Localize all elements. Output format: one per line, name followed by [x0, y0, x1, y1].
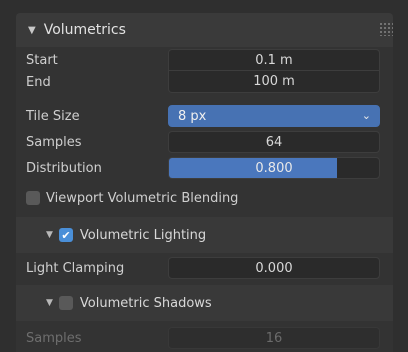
volumetric-lighting-label: Volumetric Lighting [79, 227, 207, 243]
light-clamping-label: Light Clamping [26, 260, 125, 276]
tile-size-value: 8 px [178, 108, 207, 124]
tile-size-row: Tile Size 8 px ⌄ [16, 105, 393, 127]
start-row: Start 0.1 m [16, 49, 393, 71]
distribution-value: 0.800 [255, 160, 293, 176]
end-field[interactable]: 100 m [168, 71, 380, 93]
volumetric-lighting-checkbox[interactable]: ✔ [58, 228, 73, 242]
start-label: Start [26, 52, 58, 68]
volumetric-lighting-header[interactable]: ▼ ✔ Volumetric Lighting [16, 217, 393, 253]
shadow-samples-field[interactable]: 16 [168, 327, 380, 349]
light-clamping-field[interactable]: 0.000 [168, 257, 380, 279]
samples-row: Samples 64 [16, 131, 393, 153]
samples-label: Samples [26, 134, 82, 150]
viewport-blending-checkbox[interactable] [26, 191, 40, 205]
volumetrics-panel: ▼ Volumetrics Start 0.1 m End 100 m Tile… [0, 0, 408, 352]
triangle-down-icon[interactable]: ▼ [46, 298, 53, 308]
shadow-samples-label: Samples [26, 330, 82, 346]
volumetric-shadows-label: Volumetric Shadows [79, 295, 212, 311]
panel-body: Start 0.1 m End 100 m Tile Size 8 px ⌄ S… [16, 47, 393, 352]
volumetric-shadows-checkbox[interactable] [58, 296, 73, 310]
tile-size-label: Tile Size [26, 108, 80, 124]
distribution-slider[interactable]: 0.800 [168, 157, 380, 179]
end-row: End 100 m [16, 71, 393, 93]
distribution-slider-fill [169, 158, 337, 178]
shadow-samples-row: Samples 16 [16, 327, 393, 349]
distribution-row: Distribution 0.800 [16, 157, 393, 179]
triangle-down-icon[interactable]: ▼ [28, 25, 36, 36]
distribution-label: Distribution [26, 160, 102, 176]
samples-field[interactable]: 64 [168, 131, 380, 153]
light-clamping-row: Light Clamping 0.000 [16, 257, 393, 279]
viewport-blending-label: Viewport Volumetric Blending [46, 190, 239, 206]
chevron-down-icon: ⌄ [361, 109, 371, 122]
triangle-down-icon[interactable]: ▼ [46, 230, 53, 240]
panel-header[interactable]: ▼ Volumetrics [16, 13, 393, 47]
panel-title: Volumetrics [43, 22, 126, 38]
tile-size-dropdown[interactable]: 8 px ⌄ [168, 105, 380, 127]
end-label: End [26, 74, 51, 90]
viewport-blending-row[interactable]: Viewport Volumetric Blending [16, 185, 393, 211]
volumetric-shadows-header[interactable]: ▼ Volumetric Shadows [16, 285, 393, 321]
start-field[interactable]: 0.1 m [168, 49, 380, 71]
drag-grip-icon[interactable] [379, 22, 393, 36]
